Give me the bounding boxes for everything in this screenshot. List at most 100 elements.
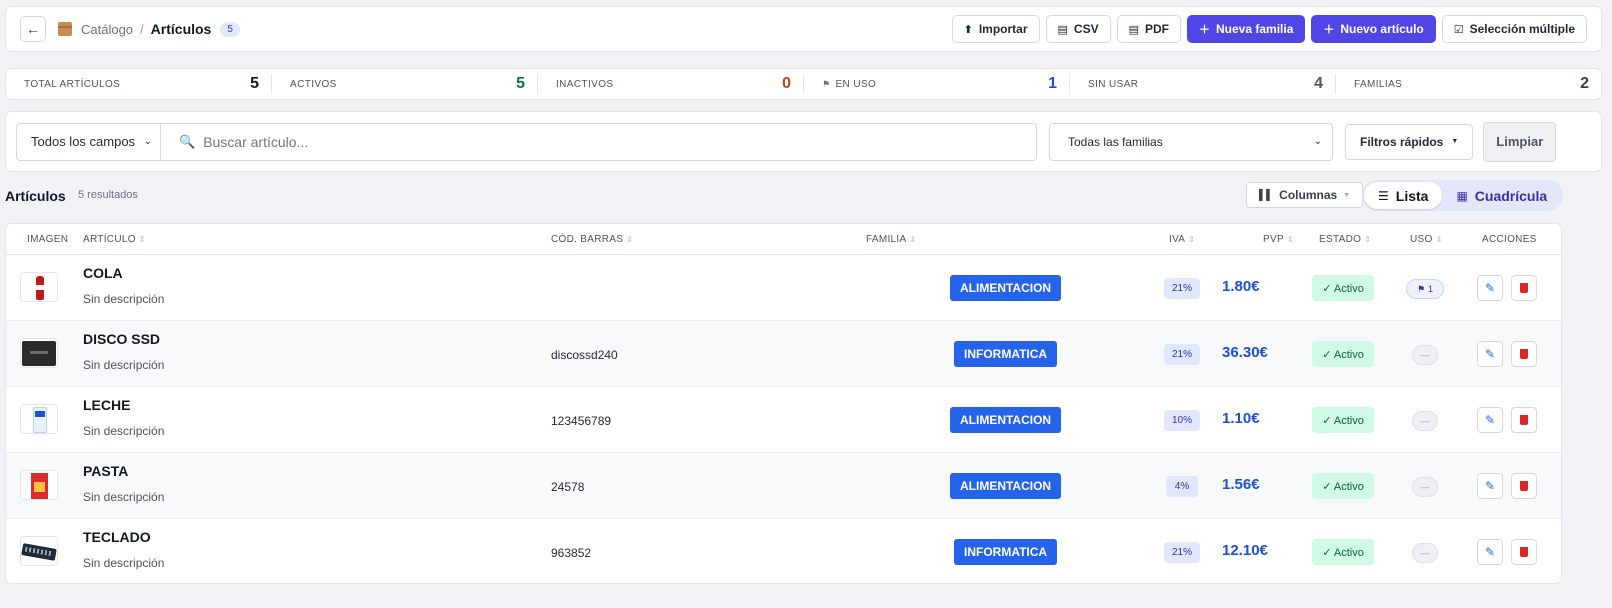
chevron-down-icon: ⌄ xyxy=(1313,136,1322,147)
pdf-file-icon: ▤ xyxy=(1128,23,1140,36)
stat-value: 0 xyxy=(782,75,791,92)
article-name[interactable]: DISCO SSD xyxy=(83,331,160,347)
multi-select-button[interactable]: ☑ Selección múltiple xyxy=(1441,15,1587,43)
table-row[interactable]: TECLADO Sin descripción 963852 INFORMATICA 2… xyxy=(6,519,1561,583)
table-row[interactable]: DISCO SSD Sin descripción discossd240 INFOR… xyxy=(6,321,1561,387)
search-field-select[interactable]: Todos los campos ⌄ xyxy=(16,122,161,161)
caret-down-icon: ▼ xyxy=(1451,138,1459,145)
plus-icon: ＋ xyxy=(1199,24,1211,36)
delete-button[interactable] xyxy=(1511,473,1537,499)
iva-badge: 10% xyxy=(1164,410,1200,431)
stat-label-text: SIN USAR xyxy=(1088,78,1139,90)
view-list-button[interactable]: ☰ Lista xyxy=(1364,182,1443,209)
article-name[interactable]: COLA xyxy=(83,265,123,281)
table-row[interactable]: PASTA Sin descripción 24578 ALIMENTACION 4% 1… xyxy=(6,453,1561,519)
new-article-button[interactable]: ＋ Nuevo artículo xyxy=(1311,15,1436,43)
stat-label-text: FAMILIAS xyxy=(1354,78,1403,90)
breadcrumb-parent-link[interactable]: Catálogo xyxy=(81,22,133,37)
delete-button[interactable] xyxy=(1511,407,1537,433)
column-header-family-label: FAMILIA xyxy=(866,233,907,245)
edit-button[interactable]: ✎ xyxy=(1477,407,1503,433)
status-badge: ✓ Activo xyxy=(1312,275,1374,301)
iva-badge: 21% xyxy=(1164,278,1200,299)
stat-value: 5 xyxy=(516,75,525,92)
article-name[interactable]: LECHE xyxy=(83,397,130,413)
back-button[interactable]: ← xyxy=(20,16,46,42)
article-price: 1.10€ xyxy=(1222,410,1260,427)
iva-badge: 21% xyxy=(1164,542,1200,563)
sort-icon: ⇕ xyxy=(1188,234,1196,244)
column-header-iva-label: IVA xyxy=(1169,233,1186,245)
column-header-actions-label: ACCIONES xyxy=(1482,233,1537,245)
delete-button[interactable] xyxy=(1511,275,1537,301)
article-price: 1.56€ xyxy=(1222,476,1260,493)
sort-icon: ⇕ xyxy=(909,234,917,244)
usage-value: — xyxy=(1420,350,1430,360)
trash-icon xyxy=(1520,349,1528,359)
stat-label: SIN USAR xyxy=(1088,79,1138,90)
import-button[interactable]: ⬆ Importar xyxy=(951,15,1040,43)
article-name[interactable]: TECLADO xyxy=(83,529,151,545)
new-family-label: Nueva familia xyxy=(1216,22,1294,36)
column-header-article-label: ARTÍCULO xyxy=(83,233,136,245)
product-image xyxy=(20,536,58,566)
product-image xyxy=(20,404,58,434)
article-barcode: discossd240 xyxy=(551,348,618,362)
column-header-uso[interactable]: USO ⇕ xyxy=(1410,234,1443,245)
article-name[interactable]: PASTA xyxy=(83,463,128,479)
view-grid-label: Cuadrícula xyxy=(1474,187,1548,204)
upload-icon: ⬆ xyxy=(963,23,973,36)
sort-icon: ⇕ xyxy=(138,234,146,244)
column-header-state[interactable]: ESTADO ⇕ xyxy=(1319,234,1371,245)
csv-button[interactable]: ▤ CSV xyxy=(1045,15,1111,43)
usage-badge: — xyxy=(1412,345,1438,365)
column-header-article[interactable]: ARTÍCULO ⇕ xyxy=(83,234,146,245)
iva-badge: 21% xyxy=(1164,344,1200,365)
quick-filters-label: Filtros rápidos xyxy=(1360,134,1444,149)
column-header-pvp[interactable]: PVP ⇕ xyxy=(1263,234,1294,245)
view-grid-button[interactable]: ▦ Cuadrícula xyxy=(1442,182,1561,209)
stat-label-text: TOTAL ARTÍCULOS xyxy=(24,78,121,90)
new-family-button[interactable]: ＋ Nueva familia xyxy=(1187,15,1306,43)
sort-icon: ⇕ xyxy=(626,234,634,244)
search-input[interactable] xyxy=(203,133,1004,150)
edit-button[interactable]: ✎ xyxy=(1477,539,1503,565)
stat-label-text: EN USO xyxy=(835,78,877,90)
family-select-value: Todas las familias xyxy=(1068,134,1163,149)
delete-button[interactable] xyxy=(1511,341,1537,367)
sort-icon: ⇕ xyxy=(1364,234,1372,244)
edit-button[interactable]: ✎ xyxy=(1477,341,1503,367)
pdf-button[interactable]: ▤ PDF xyxy=(1116,15,1182,43)
table-row[interactable]: COLA Sin descripción ALIMENTACION 21% 1.80€ ✓… xyxy=(6,255,1561,321)
family-badge: INFORMATICA xyxy=(954,539,1058,565)
results-title: Artículos xyxy=(5,188,66,204)
family-badge: INFORMATICA xyxy=(954,341,1058,367)
column-header-iva[interactable]: IVA ⇕ xyxy=(1169,234,1195,245)
status-badge: ✓ Activo xyxy=(1312,473,1374,499)
edit-button[interactable]: ✎ xyxy=(1477,275,1503,301)
stat-value: 4 xyxy=(1314,75,1323,92)
sort-icon: ⇕ xyxy=(1286,234,1294,244)
stat-label: ⚑ EN USO xyxy=(822,79,876,90)
quick-filters-button[interactable]: Filtros rápidos ▼ xyxy=(1345,123,1474,160)
family-select[interactable]: Todas las familias ⌄ xyxy=(1049,122,1333,161)
columns-icon: ▌▌ xyxy=(1259,189,1274,201)
column-header-image: IMAGEN xyxy=(27,234,68,245)
column-header-family[interactable]: FAMILIA ⇕ xyxy=(866,234,916,245)
edit-button[interactable]: ✎ xyxy=(1477,473,1503,499)
stat-label: TOTAL ARTÍCULOS xyxy=(24,79,120,90)
columns-button[interactable]: ▌▌ Columnas ▼ xyxy=(1246,182,1364,208)
clear-filters-button[interactable]: Limpiar xyxy=(1483,121,1557,162)
column-header-barcode[interactable]: CÓD. BARRAS ⇕ xyxy=(551,234,633,245)
stat-label: FAMILIAS xyxy=(1354,79,1402,90)
plus-icon: ＋ xyxy=(1323,24,1335,36)
table-row[interactable]: LECHE Sin descripción 123456789 ALIMENTACIO… xyxy=(6,387,1561,453)
trash-icon xyxy=(1520,283,1528,293)
stats-bar: TOTAL ARTÍCULOS 5 ACTIVOS 5 INACTIVOS 0 ⚑ EN US… xyxy=(5,68,1602,100)
delete-button[interactable] xyxy=(1511,539,1537,565)
stat-label: ACTIVOS xyxy=(290,79,337,90)
usage-badge: — xyxy=(1412,411,1438,431)
arrow-left-icon: ← xyxy=(26,21,40,37)
product-image xyxy=(20,272,58,302)
chevron-down-icon: ⌄ xyxy=(143,136,152,147)
